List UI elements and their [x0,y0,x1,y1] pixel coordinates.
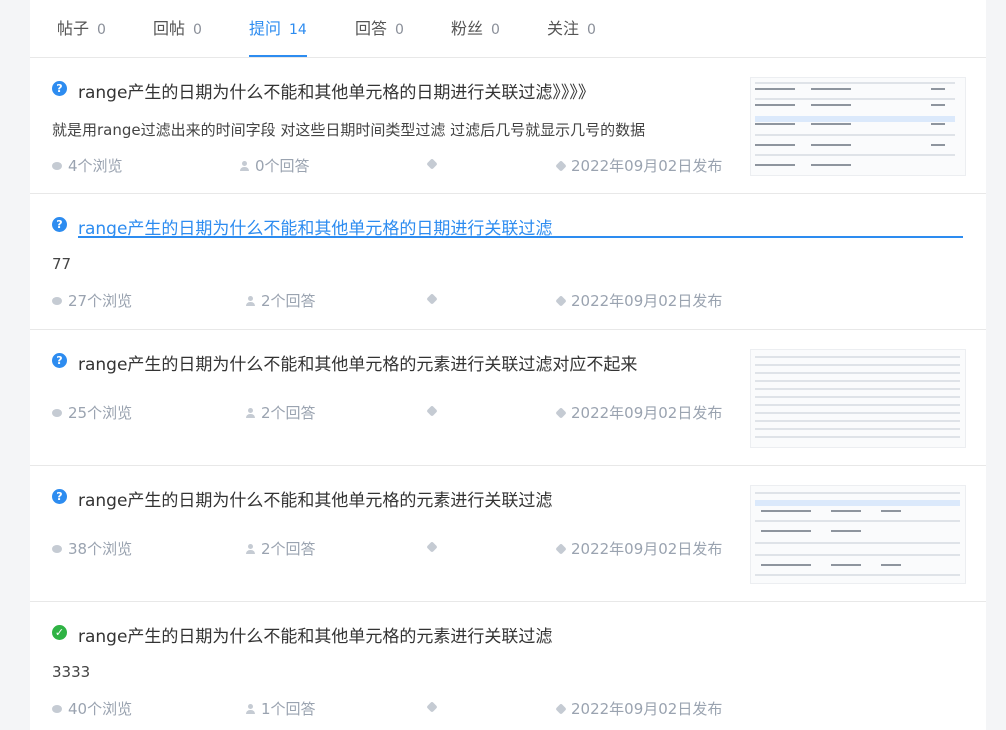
view-count-text: 25个浏览 [68,404,133,422]
tab-label: 粉丝 [451,19,484,38]
answer-count: 0个回答 [240,155,310,176]
view-count: 25个浏览 [52,402,132,423]
answer-count: 2个回答 [246,402,316,423]
eye-icon [52,161,62,170]
question-title[interactable]: range产生的日期为什么不能和其他单元格的日期进行关联过滤》》》》 [78,78,595,103]
view-count-text: 4个浏览 [68,157,123,175]
question-circle-icon: ? [52,489,67,504]
tag-icon [426,404,438,417]
view-count-text: 38个浏览 [68,540,133,558]
tab-count: 0 [97,22,106,38]
tag-icon [555,702,567,715]
eye-icon [52,544,62,553]
answer-count-text: 2个回答 [261,292,316,310]
tag-icon [426,292,438,305]
tag-area [426,698,442,716]
tag-icon [555,159,567,172]
answer-count-text: 2个回答 [261,404,316,422]
question-circle-icon: ? [52,81,67,96]
question-thumbnail[interactable] [750,349,966,448]
tag-area [426,538,442,556]
answer-count: 2个回答 [246,538,316,559]
answer-count-text: 2个回答 [261,540,316,558]
publish-date: 2022年09月02日发布 [555,698,723,719]
tab-count: 0 [193,22,202,38]
publish-date: 2022年09月02日发布 [555,538,723,559]
question-circle-icon: ? [52,353,67,368]
eye-icon [52,704,62,713]
eye-icon [52,296,62,305]
user-icon [246,295,255,306]
tab-following[interactable]: 关注 0 [547,0,596,57]
tag-icon [426,540,438,553]
answer-count-text: 1个回答 [261,700,316,718]
question-description: 3333 [52,663,91,681]
tab-label: 回答 [355,19,388,38]
answer-count: 2个回答 [246,290,316,311]
question-title[interactable]: range产生的日期为什么不能和其他单元格的元素进行关联过滤 [78,622,552,647]
check-circle-icon: ✓ [52,625,67,640]
tab-questions[interactable]: 提问 14 [249,0,307,57]
tag-icon [555,294,567,307]
question-item: ? range产生的日期为什么不能和其他单元格的元素进行关联过滤对应不起来 25… [30,330,986,466]
profile-tabs: 帖子 0 回帖 0 提问 14 回答 0 粉丝 0 关注 0 [30,0,986,58]
tab-posts[interactable]: 帖子 0 [57,0,106,57]
question-title[interactable]: range产生的日期为什么不能和其他单元格的元素进行关联过滤对应不起来 [78,350,637,375]
view-count: 40个浏览 [52,698,132,719]
user-icon [246,543,255,554]
user-icon [246,703,255,714]
title-hover-underline [78,236,963,238]
question-item: ? range产生的日期为什么不能和其他单元格的日期进行关联过滤》》》》 就是用… [30,58,986,194]
tab-label: 提问 [249,19,282,38]
question-thumbnail[interactable] [750,77,966,176]
view-count-text: 27个浏览 [68,292,133,310]
user-icon [246,407,255,418]
answer-count-text: 0个回答 [255,157,310,175]
answer-count: 1个回答 [246,698,316,719]
question-description: 77 [52,255,72,273]
view-count: 38个浏览 [52,538,132,559]
publish-date: 2022年09月02日发布 [555,155,723,176]
publish-date-text: 2022年09月02日发布 [571,404,723,422]
question-description: 就是用range过滤出来的时间字段 对这些日期时间类型过滤 过滤后几号就显示几号… [52,121,646,139]
profile-questions-panel: 帖子 0 回帖 0 提问 14 回答 0 粉丝 0 关注 0 ? range产生的日期为什么… [30,0,986,730]
question-circle-icon: ? [52,217,67,232]
tag-icon [555,406,567,419]
user-icon [240,160,249,171]
tag-area [426,290,442,308]
eye-icon [52,408,62,417]
publish-date-text: 2022年09月02日发布 [571,157,723,175]
publish-date-text: 2022年09月02日发布 [571,540,723,558]
tab-label: 回帖 [153,19,186,38]
publish-date-text: 2022年09月02日发布 [571,700,723,718]
question-title[interactable]: range产生的日期为什么不能和其他单元格的元素进行关联过滤 [78,486,552,511]
view-count-text: 40个浏览 [68,700,133,718]
question-thumbnail[interactable] [750,485,966,584]
tab-fans[interactable]: 粉丝 0 [451,0,500,57]
tab-count: 0 [491,22,500,38]
tab-count: 0 [587,22,596,38]
publish-date-text: 2022年09月02日发布 [571,292,723,310]
publish-date: 2022年09月02日发布 [555,290,723,311]
tab-label: 帖子 [57,19,90,38]
tab-answers[interactable]: 回答 0 [355,0,404,57]
question-item: ? range产生的日期为什么不能和其他单元格的元素进行关联过滤 38个浏览 2… [30,466,986,602]
question-item: ✓ range产生的日期为什么不能和其他单元格的元素进行关联过滤 3333 40… [30,602,986,730]
question-list: ? range产生的日期为什么不能和其他单元格的日期进行关联过滤》》》》 就是用… [30,58,986,730]
tag-icon [426,157,438,170]
tag-icon [555,542,567,555]
view-count: 4个浏览 [52,155,123,176]
tab-replies[interactable]: 回帖 0 [153,0,202,57]
tab-count: 0 [395,22,404,38]
tag-icon [426,700,438,713]
tag-area [426,402,442,420]
tab-count: 14 [289,22,307,38]
view-count: 27个浏览 [52,290,132,311]
publish-date: 2022年09月02日发布 [555,402,723,423]
question-item: ? range产生的日期为什么不能和其他单元格的日期进行关联过滤 77 27个浏… [30,194,986,330]
tag-area [426,155,442,173]
tab-label: 关注 [547,19,580,38]
